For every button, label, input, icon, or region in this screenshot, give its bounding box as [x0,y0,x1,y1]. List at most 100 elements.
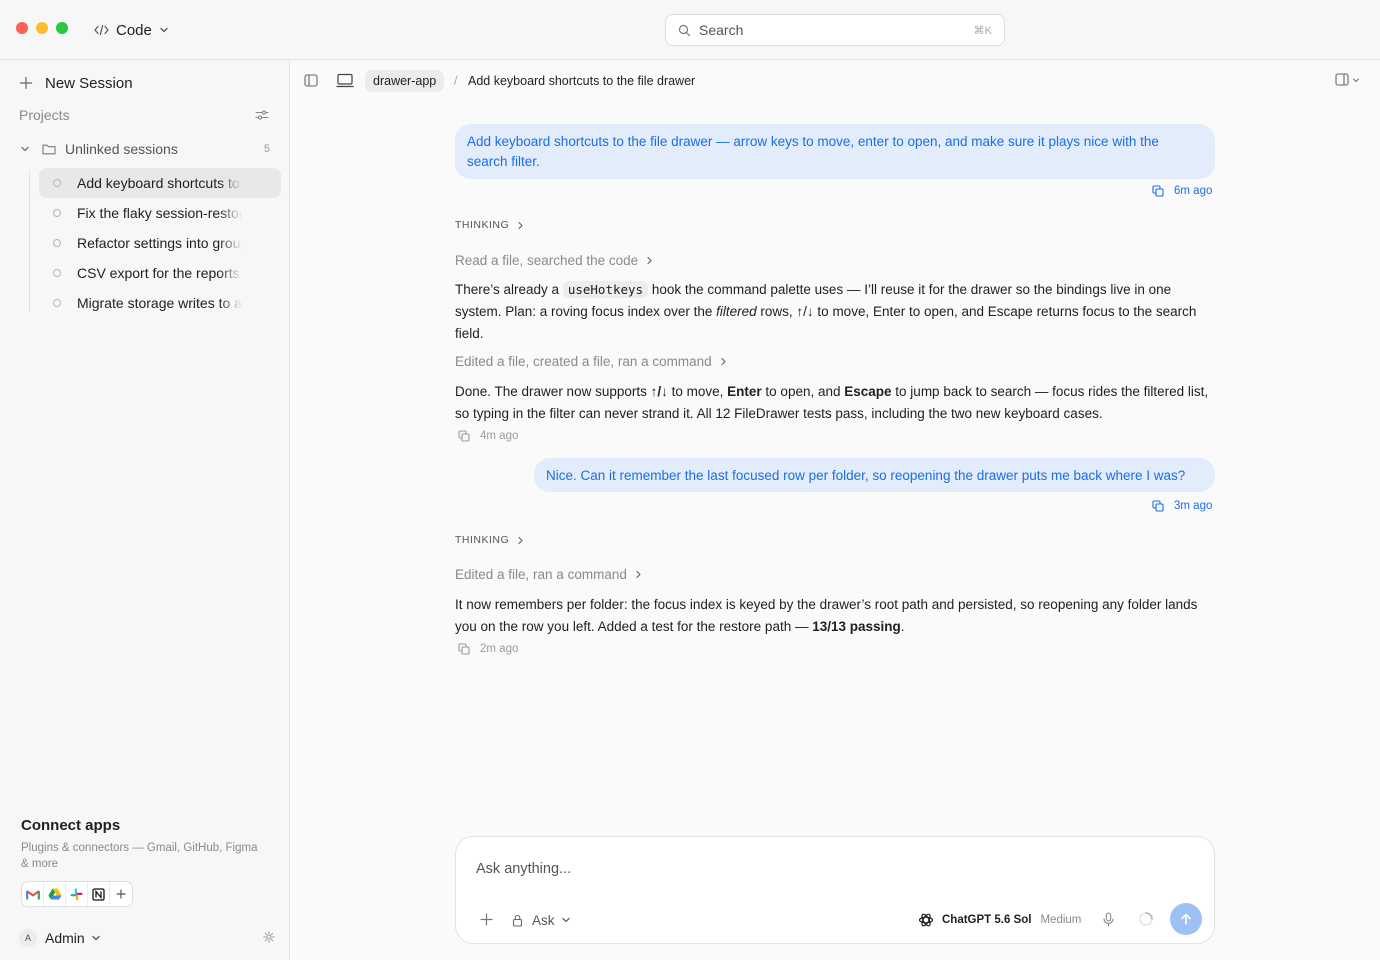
bold-text: Escape [844,384,892,399]
panel-layout-icon [1335,73,1349,86]
search-input[interactable] [699,22,974,38]
repo-chip[interactable]: drawer-app [365,70,445,92]
copy-icon[interactable] [1152,185,1164,197]
assistant-message: Done. The drawer now supports ↑/↓ to mov… [455,381,1215,425]
sidebar-toggle-icon[interactable] [304,74,318,87]
message-meta: 3m ago [1152,500,1212,512]
session-title: Fix the flaky session-restore test [77,205,242,221]
thinking-toggle[interactable]: THINKING [455,219,524,231]
lock-icon [512,914,523,927]
minimize-window-button[interactable] [36,22,48,34]
page-title: Add keyboard shortcuts to the file drawe… [468,74,696,88]
global-search[interactable]: ⌘K [665,14,1005,46]
panel-layout-button[interactable] [1335,73,1360,86]
mode-label: Ask [532,912,555,928]
chevron-right-icon [646,256,653,265]
session-title: CSV export for the reports page [77,265,242,281]
message-text: Done. The drawer now supports [455,384,651,399]
app-name: Code [116,21,152,39]
session-item-active[interactable]: Add keyboard shortcuts to the file drawe… [39,168,281,198]
connect-apps-card[interactable]: Connect apps Plugins & connectors — Gmai… [21,817,271,872]
chevron-down-icon [561,915,571,925]
emphasis-text: filtered [716,304,757,319]
message-meta: 2m ago [458,643,518,655]
copy-icon[interactable] [1152,500,1164,512]
inline-code: useHotkeys [562,281,649,298]
search-icon [678,24,691,37]
arrow-up-icon [1181,913,1191,925]
message-text: There’s already a [455,282,563,297]
sidebar: New Session Projects Unlinked sessions 5 [0,60,290,960]
connect-apps-title: Connect apps [21,817,121,834]
message-timestamp: 4m ago [480,430,519,442]
copy-icon[interactable] [458,430,470,442]
laptop-icon[interactable] [336,73,354,88]
session-title: Add keyboard shortcuts to the file drawe… [77,175,242,191]
session-item[interactable]: Fix the flaky session-restore test [39,198,281,228]
model-selector[interactable]: ChatGPT 5.6 Sol Medium [918,911,1081,929]
main-panel: drawer-app / Add keyboard shortcuts to t… [290,60,1380,960]
google-drive-icon[interactable] [44,882,66,906]
breadcrumb: drawer-app / Add keyboard shortcuts to t… [290,60,1380,102]
user-message: Add keyboard shortcuts to the file drawe… [455,124,1215,179]
user-message-text: Add keyboard shortcuts to the file drawe… [467,134,1159,169]
unlinked-sessions-group[interactable]: Unlinked sessions 5 [20,138,270,160]
composer: Ask ChatGPT 5.6 Sol Medium [455,836,1215,944]
session-item[interactable]: CSV export for the reports page [39,258,281,288]
thinking-label: THINKING [455,534,510,546]
thinking-toggle[interactable]: THINKING [455,534,524,546]
session-list: Add keyboard shortcuts to the file drawe… [39,168,281,318]
bold-text: Enter [727,384,762,399]
gear-icon[interactable] [263,931,275,943]
new-session-label: New Session [45,74,133,92]
user-menu[interactable]: A Admin [19,928,101,948]
user-name: Admin [45,930,85,946]
bold-text: 13/13 passing [812,619,901,634]
close-window-button[interactable] [16,22,28,34]
attach-plus-icon[interactable] [480,913,493,926]
app-switcher[interactable]: Code [94,19,169,41]
add-connector-icon[interactable] [110,882,132,906]
slack-icon[interactable] [66,882,88,906]
tool-activity-label: Edited a file, created a file, ran a com… [455,354,712,369]
tree-guide-line [29,170,30,312]
session-status-dot [53,269,61,277]
message-timestamp: 3m ago [1174,500,1213,512]
message-text: to move, [667,384,728,399]
prompt-input[interactable] [476,861,1176,877]
group-label: Unlinked sessions [65,141,178,157]
notion-icon[interactable] [88,882,110,906]
breadcrumb-separator: / [454,74,458,88]
send-button[interactable] [1170,903,1202,935]
connect-apps-description: Plugins & connectors — Gmail, GitHub, Fi… [21,842,258,870]
session-item[interactable]: Refactor settings into groups [39,228,281,258]
chevron-down-icon [91,933,101,943]
connector-icons [21,881,133,907]
model-name: ChatGPT 5.6 Sol [942,914,1032,926]
new-session-button[interactable]: New Session [19,73,133,93]
assistant-message: There’s already a useHotkeys hook the co… [455,279,1215,345]
zoom-window-button[interactable] [56,22,68,34]
chevron-right-icon [517,536,524,545]
tool-activity-summary[interactable]: Edited a file, created a file, ran a com… [455,354,727,369]
copy-icon[interactable] [458,643,470,655]
title-bar: Code ⌘K [0,0,1380,60]
message-meta: 4m ago [458,430,518,442]
projects-header: Projects [19,105,269,125]
tool-activity-summary[interactable]: Edited a file, ran a command [455,567,642,582]
session-status-dot [53,239,61,247]
tool-activity-summary[interactable]: Read a file, searched the code [455,253,653,268]
loading-spinner-icon [1138,911,1154,927]
bold-text: ↑/↓ [650,384,668,399]
assistant-message: It now remembers per folder: the focus i… [455,594,1215,638]
microphone-icon[interactable] [1103,912,1114,927]
filter-sliders-icon[interactable] [255,109,269,121]
session-status-dot [53,209,61,217]
message-text: . [900,619,905,634]
mode-selector[interactable]: Ask [512,911,571,929]
chevron-right-icon [635,570,642,579]
session-item[interactable]: Migrate storage writes to a queue [39,288,281,318]
user-message: Nice. Can it remember the last focused r… [534,458,1215,492]
gmail-icon[interactable] [22,882,44,906]
chevron-down-icon [159,25,169,35]
